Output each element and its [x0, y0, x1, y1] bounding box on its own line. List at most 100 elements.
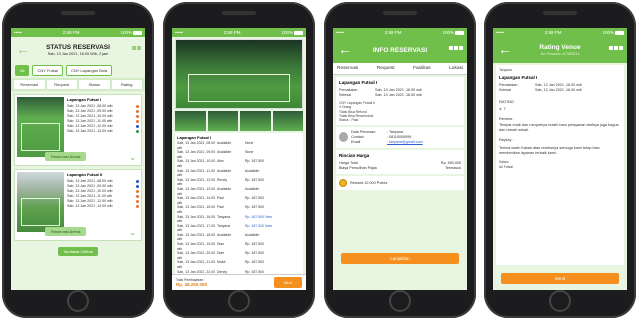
time-slot[interactable]: Sab, 13 Jan 2021 ,13.00 wib: [67, 129, 139, 134]
chip-cny-lapangan-bola[interactable]: CNY Lapangan Bola: [65, 65, 113, 76]
schedule-row[interactable]: Sab, 13 Jan 2021 ,08.00 wib Available None: [177, 141, 301, 150]
status-dot-icon: [136, 120, 139, 123]
slot-time: Sab, 13 Jan 2021 ,09.00 wib: [177, 150, 216, 159]
time-slot[interactable]: Sab, 13 Jan 2021 ,13.00 wib: [67, 204, 139, 209]
battery: 100%: [442, 30, 464, 35]
slot-time: Sab, 13 Jan 2021 ,12.00 wib: [177, 177, 216, 187]
slot-user: Paul: [217, 205, 225, 210]
order-number: No Pesanan #7362514: [540, 52, 580, 56]
screen-venue-detail: ••••• 2:59 PM 100% Lapangan Futsal I Sab…: [172, 28, 306, 290]
slot-price: Available: [245, 186, 260, 191]
slot-user: Available: [217, 150, 232, 155]
tab-status[interactable]: Status: [79, 80, 110, 89]
info-tabs: Reservasi Request Fasilitas Lokasi: [333, 63, 467, 75]
battery-icon: [132, 30, 142, 35]
schedule-row[interactable]: Sab, 13 Jan 2021 ,19.00 wib Dian Rp. 187.5…: [177, 242, 301, 251]
back-arrow-icon[interactable]: ←: [498, 42, 512, 56]
menu-icon[interactable]: [132, 46, 141, 50]
tab-request[interactable]: Request: [377, 66, 395, 71]
filter-chips: All CNY Futsal CNY Lapangan Bola: [11, 63, 145, 78]
thumbnail-1[interactable]: [175, 111, 206, 131]
thumbnail-3[interactable]: [240, 111, 271, 131]
mark-seen-button[interactable]: Tandakan Dilihat: [58, 247, 98, 256]
slot-time: Sab, 13 Jan 2021 ,13.00 wib: [177, 186, 216, 196]
home-button[interactable]: [67, 290, 89, 312]
carrier-dots: •••••: [496, 30, 504, 35]
schedule-row[interactable]: Sab, 13 Jan 2021 ,20.00 wib Dian Rp. 187.5…: [177, 251, 301, 260]
reserve-arena-button[interactable]: Reservasi Arena: [45, 152, 87, 161]
total-payment: Total Pembayaran Rp. 38.250.000: [176, 278, 207, 287]
schedule-row[interactable]: Sab, 13 Jan 2021 ,12.00 wib Rendy Rp. 187.…: [177, 178, 301, 187]
home-button[interactable]: [389, 290, 411, 312]
menu-icon[interactable]: [609, 46, 623, 50]
tab-request[interactable]: Request: [46, 80, 77, 89]
schedule-row[interactable]: Sab, 13 Jan 2021 ,21.00 wib Mukti Rp. 187.…: [177, 260, 301, 269]
tab-reservasi[interactable]: Reservasi: [14, 80, 45, 89]
camera: [543, 11, 577, 15]
chip-all[interactable]: All: [15, 65, 30, 76]
total-value: Rp. 38.250.000: [176, 282, 208, 287]
battery-label: 100%: [120, 30, 132, 35]
label: Selesai: [339, 93, 352, 97]
back-arrow-icon[interactable]: ←: [16, 42, 30, 56]
camera: [61, 11, 95, 15]
camera: [222, 11, 256, 15]
next-button[interactable]: Next: [273, 277, 302, 288]
schedule-row[interactable]: Sab, 13 Jan 2021 ,10.00 wib Alex Rp. 187.5…: [177, 159, 301, 168]
schedule-row[interactable]: Sab, 13 Jan 2021 ,18.00 wib Available Avai…: [177, 233, 301, 242]
chevron-down-icon[interactable]: ⌄: [129, 153, 136, 162]
send-button[interactable]: Send: [501, 273, 619, 284]
status-bar: ••••• 2:59 PM 100%: [333, 28, 467, 37]
slot-time: Sab, 13 Jan 2021 ,19.00 wib: [177, 242, 216, 251]
status-dot-icon: [136, 115, 139, 118]
slot-user: Dian: [217, 242, 225, 247]
schedule-row[interactable]: Sab, 13 Jan 2021 ,13.00 wib Available Avai…: [177, 187, 301, 196]
status-dot-icon: [136, 195, 139, 198]
status-bar: ••••• 2:59 PM 100%: [172, 28, 306, 37]
schedule-row[interactable]: Sab, 13 Jan 2021 ,14.00 wib Paul Rp. 187.5…: [177, 196, 301, 205]
slot-price: None: [245, 150, 254, 155]
schedule-row[interactable]: Sab, 13 Jan 2021 ,15.00 wib Paul Rp. 187.5…: [177, 205, 301, 214]
status-dot-icon: [136, 125, 139, 128]
carrier-dots: •••••: [14, 30, 22, 35]
slot-price: None: [245, 141, 254, 145]
value: Sab, 13 Jan 2021 ,18.00 wib: [535, 88, 582, 93]
schedule-row[interactable]: Sab, 13 Jan 2021 ,11.00 wib Available Avai…: [177, 169, 301, 178]
menu-icon[interactable]: [449, 46, 463, 50]
slot-time: Sab, 13 Jan 2021 ,15.00 wib: [177, 205, 216, 214]
schedule-row[interactable]: Sab, 13 Jan 2021 ,17.00 wib Tanyana Rp. 18…: [177, 224, 301, 233]
thumbnail-4[interactable]: [272, 111, 303, 131]
tab-reservasi[interactable]: Reservasi: [337, 66, 358, 71]
status-dot-icon: [136, 185, 139, 188]
time-slot-label: Sab, 13 Jan 2021 ,13.00 wib: [67, 129, 113, 133]
slot-price: Available: [245, 232, 260, 237]
reservation-section: Lapangan Futsal I Pemakaian Sab, 13 Jan 2…: [336, 77, 464, 126]
status-dot-icon: [136, 180, 139, 183]
home-button[interactable]: [549, 290, 571, 312]
reward-text: Reward 10.000 Points: [350, 181, 388, 186]
thumbnail-2[interactable]: [207, 111, 238, 131]
reserve-arena-button[interactable]: Reservasi Arena: [45, 227, 87, 236]
payment-bar: Total Pembayaran Rp. 38.250.000 Next: [172, 274, 306, 290]
battery-icon: [454, 30, 464, 35]
reply-text[interactable]: Terima kasih Kakak atas reviewnya semoga…: [499, 146, 621, 156]
slot-user: Rendy: [217, 177, 228, 182]
slot-time: Sab, 13 Jan 2021 ,16.00 wib: [177, 214, 216, 224]
tab-fasilitas[interactable]: Fasilitas: [413, 66, 431, 71]
status-dot-icon: [136, 110, 139, 113]
home-button[interactable]: [228, 290, 250, 312]
venue-thumbnail[interactable]: [17, 172, 64, 232]
back-arrow-icon[interactable]: ←: [338, 42, 352, 56]
slot-user: Alex: [217, 159, 224, 164]
continue-button[interactable]: Lanjutkan: [341, 253, 459, 264]
slot-price: Rp. 187.500: [245, 159, 265, 164]
chip-cny-futsal[interactable]: CNY Futsal: [32, 65, 63, 76]
slot-user: Available: [217, 232, 232, 237]
email-link[interactable]: : tanyana@gmail.com: [387, 140, 423, 145]
schedule-row[interactable]: Sab, 13 Jan 2021 ,09.00 wib Available None: [177, 150, 301, 159]
chevron-down-icon[interactable]: ⌄: [129, 228, 136, 237]
tab-rating[interactable]: Rating: [111, 80, 142, 89]
tab-lokasi[interactable]: Lokasi: [449, 66, 463, 71]
venue-thumbnail[interactable]: [17, 97, 64, 157]
schedule-row[interactable]: Sab, 13 Jan 2021 ,16.00 wib Tanyana Rp. 18…: [177, 215, 301, 224]
